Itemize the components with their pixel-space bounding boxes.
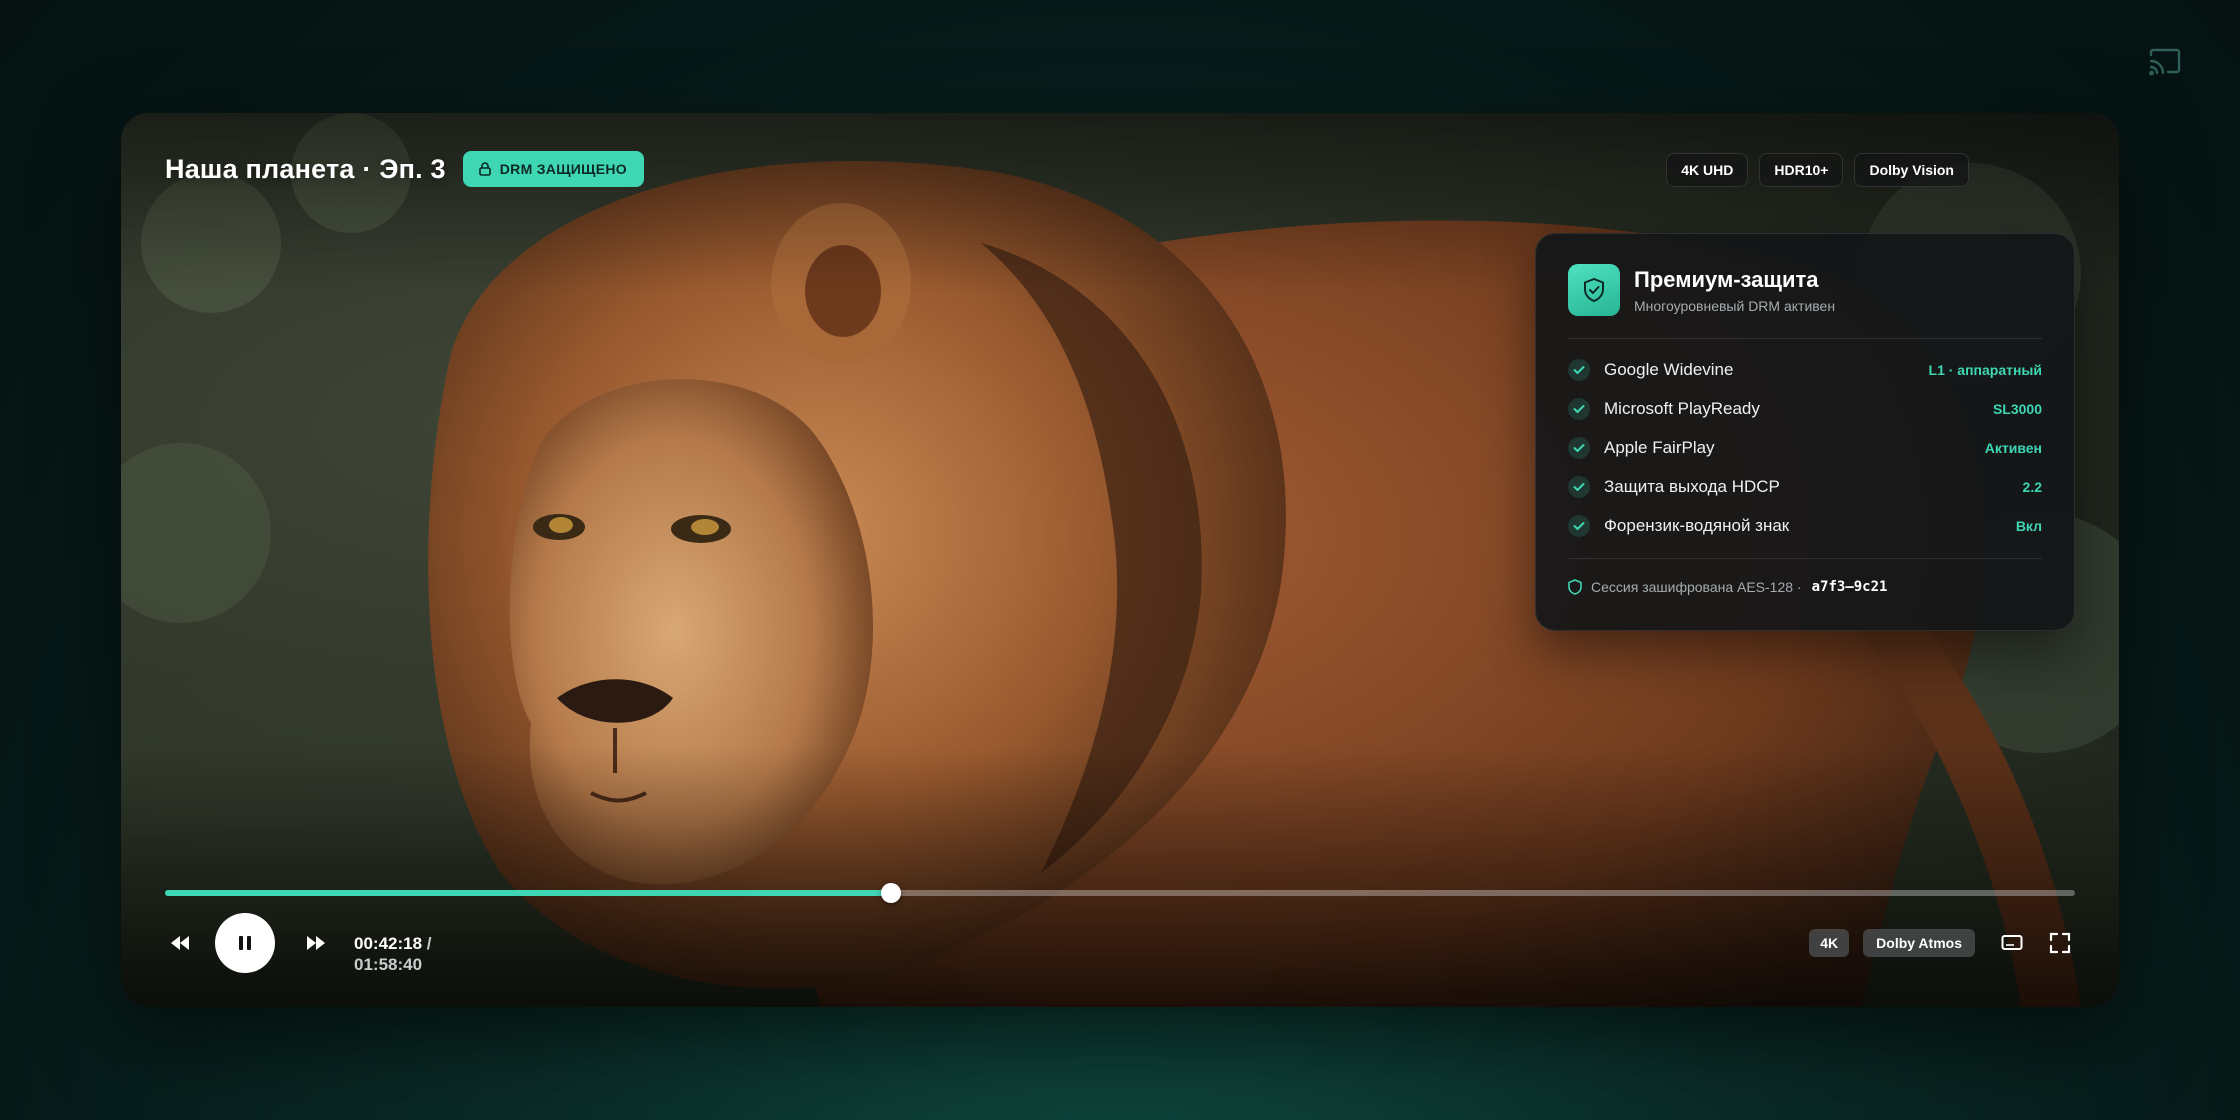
fullscreen-icon xyxy=(2049,932,2071,954)
time-separator: / xyxy=(426,934,432,953)
item-value: Активен xyxy=(1984,439,2042,456)
drm-status-badge: DRM ЗАЩИЩЕНО xyxy=(462,151,644,187)
session-footer: Сессия зашифрована AES-128 · a7f3–9c21 xyxy=(1568,558,2042,595)
lock-icon xyxy=(478,162,491,176)
check-icon xyxy=(1568,475,1590,498)
progress-scrubber[interactable] xyxy=(880,883,901,903)
forward-icon xyxy=(307,936,325,950)
check-icon xyxy=(1568,436,1590,459)
list-item: Microsoft PlayReady SL3000 xyxy=(1568,389,2042,428)
pause-button[interactable] xyxy=(215,913,275,973)
item-value: L1 · аппаратный xyxy=(1928,361,2042,378)
cast-button[interactable] xyxy=(2146,46,2184,80)
fullscreen-button[interactable] xyxy=(2045,928,2075,958)
check-icon xyxy=(1568,397,1590,420)
current-time: 00:42:18 xyxy=(354,934,423,953)
check-icon xyxy=(1568,358,1590,381)
progress-bar[interactable] xyxy=(165,883,2075,903)
title-bar: Наша планета · Эп. 3 DRM ЗАЩИЩЕНО xyxy=(165,151,644,187)
format-badge-hdr10: HDR10+ xyxy=(1759,153,1844,187)
list-item: Защита выхода HDCP 2.2 xyxy=(1568,467,2042,506)
item-value: Вкл xyxy=(2015,517,2042,534)
item-label: Microsoft PlayReady xyxy=(1604,398,1760,418)
panel-subtitle: Многоуровневый DRM активен xyxy=(1634,297,1836,314)
item-label: Google Widevine xyxy=(1604,359,1734,379)
playback-controls: 00:42:18 / 01:58:40 4K Dolby Atmos xyxy=(165,913,2075,975)
list-item: Google Widevine L1 · аппаратный xyxy=(1568,350,2042,389)
audio-badge[interactable]: Dolby Atmos xyxy=(1863,929,1975,957)
item-value: 2.2 xyxy=(2022,478,2042,495)
drm-protection-panel: Премиум-защита Многоуровневый DRM активе… xyxy=(1535,233,2075,631)
panel-header: Премиум-защита Многоуровневый DRM активе… xyxy=(1568,264,2042,339)
list-item: Apple FairPlay Активен xyxy=(1568,428,2042,467)
format-badge-4k-uhd: 4K UHD xyxy=(1666,153,1749,187)
format-badge-dolby-vision: Dolby Vision xyxy=(1854,153,1969,187)
total-time: 01:58:40 xyxy=(354,955,423,974)
drm-badge-label: DRM ЗАЩИЩЕНО xyxy=(499,161,627,177)
pause-icon xyxy=(239,936,251,950)
item-label: Форензик-водяной знак xyxy=(1604,515,1790,535)
quality-badge[interactable]: 4K xyxy=(1809,929,1850,957)
item-value: SL3000 xyxy=(1992,400,2042,417)
video-player[interactable]: Наша планета · Эп. 3 DRM ЗАЩИЩЕНО 4K UHD… xyxy=(121,113,2119,1007)
shield-icon xyxy=(1568,579,1582,595)
subtitles-icon xyxy=(2001,935,2023,950)
item-label: Защита выхода HDCP xyxy=(1604,476,1780,496)
shield-check-icon xyxy=(1568,264,1620,316)
cast-icon xyxy=(2149,48,2181,76)
panel-title: Премиум-защита xyxy=(1634,266,1819,292)
time-display: 00:42:18 / 01:58:40 xyxy=(354,933,432,975)
subtitles-button[interactable] xyxy=(1997,928,2027,958)
episode-title: Наша планета · Эп. 3 xyxy=(165,153,446,184)
list-item: Форензик-водяной знак Вкл xyxy=(1568,506,2042,545)
rewind-icon xyxy=(171,936,189,950)
right-controls: 4K Dolby Atmos xyxy=(1809,913,2075,973)
check-icon xyxy=(1568,514,1590,537)
item-label: Apple FairPlay xyxy=(1604,437,1715,457)
forward-button[interactable] xyxy=(301,928,331,958)
format-badges: 4K UHD HDR10+ Dolby Vision xyxy=(1666,153,1969,187)
session-text: Сессия зашифрована AES-128 · xyxy=(1591,579,1802,595)
drm-checklist: Google Widevine L1 · аппаратный Microsof… xyxy=(1568,339,2042,545)
progress-fill xyxy=(165,890,891,896)
session-id: a7f3–9c21 xyxy=(1811,579,1888,595)
rewind-button[interactable] xyxy=(165,928,195,958)
